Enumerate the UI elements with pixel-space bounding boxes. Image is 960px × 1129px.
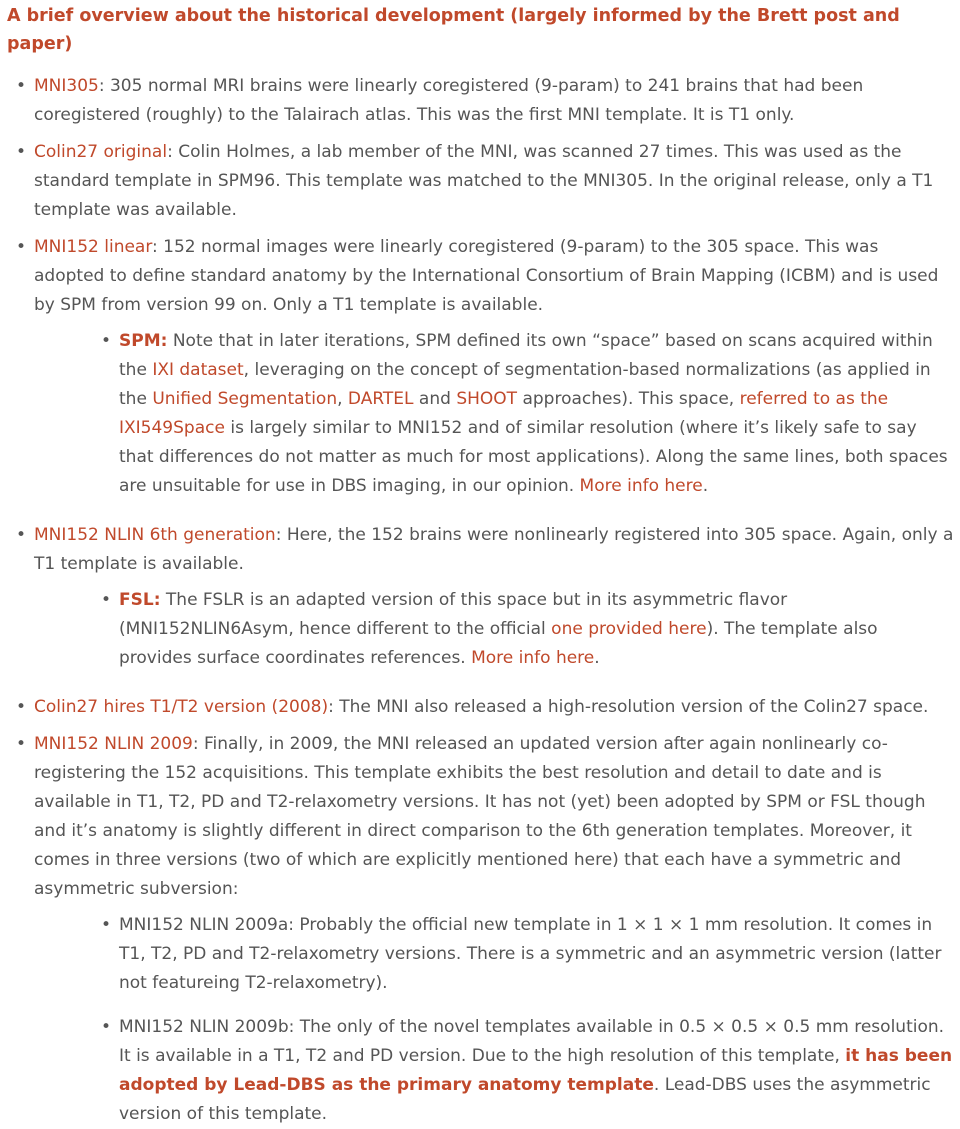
link-colin27-hires[interactable]: Colin27 hires T1/T2 version (2008) — [34, 697, 328, 717]
template-history-list: • MNI305: 305 normal MRI brains were lin… — [7, 72, 954, 1129]
item-text: : Colin Holmes, a lab member of the MNI,… — [34, 142, 934, 220]
list-item-mni152-nlin-2009: • MNI152 NLIN 2009: Finally, in 2009, th… — [7, 730, 954, 1129]
sub-item-2009a: • MNI152 NLIN 2009a: Probably the offici… — [34, 911, 954, 998]
bullet-icon: • — [16, 697, 27, 717]
bullet-icon: • — [16, 76, 27, 96]
list-item-mni152-linear: • MNI152 linear: 152 normal images were … — [7, 233, 954, 501]
link-one-provided-here[interactable]: one provided here — [551, 619, 706, 639]
list-item-colin27-original: • Colin27 original: Colin Holmes, a lab … — [7, 138, 954, 225]
section-heading: A brief overview about the historical de… — [7, 6, 900, 54]
link-dartel[interactable]: DARTEL — [348, 389, 414, 409]
sub-text: , — [337, 389, 348, 409]
sub-list: • MNI152 NLIN 2009a: Probably the offici… — [34, 911, 954, 1129]
sub-text: and — [413, 389, 457, 409]
spm-label: SPM: — [119, 331, 168, 351]
sub-text: approaches). This space, — [517, 389, 740, 409]
bullet-icon: • — [101, 331, 112, 351]
bullet-icon: • — [101, 1017, 112, 1037]
sub-item-spm: • SPM: Note that in later iterations, SP… — [34, 327, 954, 501]
list-item-mni305: • MNI305: 305 normal MRI brains were lin… — [7, 72, 954, 130]
bullet-icon: • — [16, 142, 27, 162]
sub-item-2009b: • MNI152 NLIN 2009b: The only of the nov… — [34, 1013, 954, 1129]
link-mni152-nlin6[interactable]: MNI152 NLIN 6th generation — [34, 525, 276, 545]
item-text: : 305 normal MRI brains were linearly co… — [34, 76, 864, 125]
sub-list: • FSL: The FSLR is an adapted version of… — [34, 586, 954, 673]
sub-text: MNI152 NLIN 2009b: The only of the novel… — [119, 1017, 945, 1066]
bullet-icon: • — [16, 734, 27, 754]
article-body: A brief overview about the historical de… — [0, 0, 960, 1129]
item-text: : Finally, in 2009, the MNI released an … — [34, 734, 926, 899]
bullet-icon: • — [16, 525, 27, 545]
list-item-mni152-nlin6: • MNI152 NLIN 6th generation: Here, the … — [7, 521, 954, 673]
sub-text: is largely similar to MNI152 and of simi… — [119, 418, 948, 496]
link-mni152-linear[interactable]: MNI152 linear — [34, 237, 152, 257]
link-mni152-nlin-2009[interactable]: MNI152 NLIN 2009 — [34, 734, 193, 754]
list-item-colin27-hires: • Colin27 hires T1/T2 version (2008): Th… — [7, 693, 954, 722]
link-ixi-dataset[interactable]: IXI dataset — [152, 360, 243, 380]
sub-text: . — [702, 476, 709, 496]
sub-item-fsl: • FSL: The FSLR is an adapted version of… — [34, 586, 954, 673]
link-colin27-original[interactable]: Colin27 original — [34, 142, 167, 162]
link-unified-segmentation[interactable]: Unified Segmentation — [152, 389, 337, 409]
sub-list: • SPM: Note that in later iterations, SP… — [34, 327, 954, 501]
sub-text: MNI152 NLIN 2009a: Probably the official… — [119, 915, 942, 993]
item-text: : The MNI also released a high-resolutio… — [328, 697, 929, 717]
fsl-label: FSL: — [119, 590, 161, 610]
link-shoot[interactable]: SHOOT — [456, 389, 517, 409]
bullet-icon: • — [16, 237, 27, 257]
item-text: : 152 normal images were linearly coregi… — [34, 237, 939, 315]
link-mni305[interactable]: MNI305 — [34, 76, 99, 96]
bullet-icon: • — [101, 590, 112, 610]
link-more-info-fsl[interactable]: More info here — [471, 648, 594, 668]
sub-text: . — [594, 648, 600, 668]
link-more-info-spm[interactable]: More info here — [580, 476, 703, 496]
bullet-icon: • — [101, 915, 112, 935]
